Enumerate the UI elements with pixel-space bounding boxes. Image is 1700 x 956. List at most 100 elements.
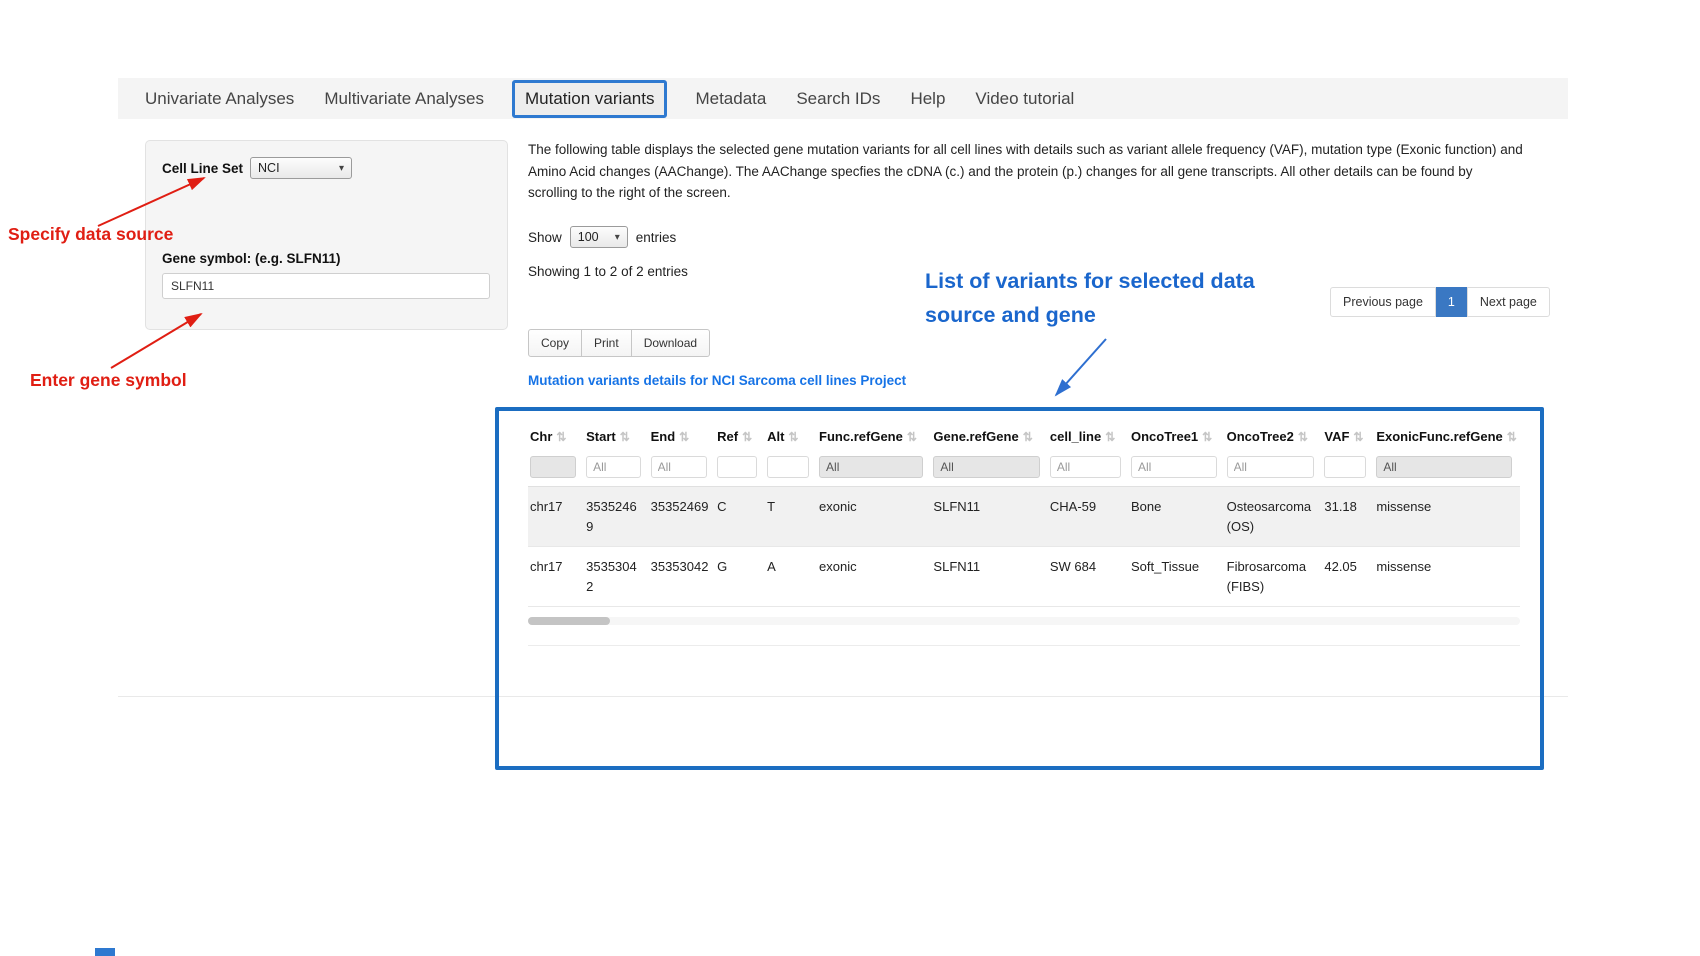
tab-univariate-analyses[interactable]: Univariate Analyses — [143, 82, 296, 116]
table-bottom-border — [528, 645, 1520, 646]
cutoff-annotation — [95, 948, 115, 956]
cell-line-set-value: NCI — [258, 161, 280, 175]
column-header-vaf[interactable]: VAF ⇅ — [1322, 421, 1374, 454]
table-cell: C — [715, 487, 765, 547]
tab-search-ids[interactable]: Search IDs — [794, 82, 882, 116]
table-description: The following table displays the selecte… — [528, 139, 1524, 204]
sort-icon[interactable]: ⇅ — [1507, 430, 1517, 444]
copy-button[interactable]: Copy — [528, 329, 582, 357]
column-filter-select[interactable]: All — [933, 456, 1039, 478]
column-filter-input[interactable] — [717, 456, 757, 478]
table-row[interactable]: chr173535246935352469CTexonicSLFN11CHA-5… — [528, 487, 1520, 547]
previous-page-button[interactable]: Previous page — [1330, 287, 1436, 317]
table-cell: SLFN11 — [931, 487, 1047, 547]
table-header-row: Chr⇅Start⇅End⇅Ref⇅Alt⇅Func.refGene⇅Gene.… — [528, 421, 1520, 454]
entries-label: entries — [636, 230, 677, 245]
filter-cell: All — [931, 454, 1047, 487]
column-filter-select[interactable]: All — [1376, 456, 1512, 478]
sort-icon[interactable]: ⇅ — [1298, 430, 1308, 444]
column-label: Gene.refGene — [933, 429, 1018, 444]
column-filter-input[interactable] — [586, 456, 640, 478]
tab-multivariate-analyses[interactable]: Multivariate Analyses — [322, 82, 486, 116]
filter-cell — [1048, 454, 1129, 487]
column-label: Func.refGene — [819, 429, 903, 444]
table-cell: 35353042 — [584, 547, 648, 607]
current-page-button[interactable]: 1 — [1436, 287, 1467, 317]
filter-cell — [1129, 454, 1225, 487]
table-cell: Soft_Tissue — [1129, 547, 1225, 607]
tab-mutation-variants[interactable]: Mutation variants — [512, 80, 667, 118]
next-page-button[interactable]: Next page — [1467, 287, 1550, 317]
column-label: Start — [586, 429, 616, 444]
filter-cell — [649, 454, 716, 487]
column-filter-input[interactable] — [767, 456, 809, 478]
column-filter-input[interactable] — [1050, 456, 1121, 478]
sort-icon[interactable]: ⇅ — [907, 430, 917, 444]
annotation-list-of-variants: List of variants for selected data sourc… — [925, 265, 1325, 333]
red-arrow-to-dropdown — [92, 168, 217, 234]
table-cell: A — [765, 547, 817, 607]
table-cell: missense — [1374, 487, 1520, 547]
tab-video-tutorial[interactable]: Video tutorial — [973, 82, 1076, 116]
table-cell: 42.05 — [1322, 547, 1374, 607]
sort-icon[interactable]: ⇅ — [1202, 430, 1212, 444]
column-header-chr[interactable]: Chr ⇅ — [528, 421, 584, 454]
show-entries-control: Show 100 ▾ entries — [528, 226, 676, 248]
column-header-exonicfunc-refgene[interactable]: ExonicFunc.refGene ⇅ — [1374, 421, 1520, 454]
table-filter-row: All All All — [528, 454, 1520, 487]
sort-icon[interactable]: ⇅ — [742, 430, 752, 444]
column-filter-input[interactable] — [651, 456, 708, 478]
table-cell: G — [715, 547, 765, 607]
column-label: ExonicFunc.refGene — [1376, 429, 1502, 444]
column-header-oncotree1[interactable]: OncoTree1 ⇅ — [1129, 421, 1225, 454]
gene-symbol-input[interactable] — [162, 273, 490, 299]
column-filter-select[interactable] — [530, 456, 576, 478]
column-label: Chr — [530, 429, 552, 444]
page: Univariate Analyses Multivariate Analyse… — [0, 0, 1700, 956]
top-navbar: Univariate Analyses Multivariate Analyse… — [118, 78, 1568, 119]
variants-table: Chr⇅Start⇅End⇅Ref⇅Alt⇅Func.refGene⇅Gene.… — [528, 421, 1520, 607]
scrollbar-thumb[interactable] — [528, 617, 610, 625]
show-label: Show — [528, 230, 562, 245]
sort-icon[interactable]: ⇅ — [1105, 430, 1115, 444]
column-filter-input[interactable] — [1324, 456, 1366, 478]
sort-icon[interactable]: ⇅ — [1023, 430, 1033, 444]
column-header-end[interactable]: End⇅ — [649, 421, 716, 454]
sort-icon[interactable]: ⇅ — [556, 430, 566, 444]
column-header-alt[interactable]: Alt⇅ — [765, 421, 817, 454]
column-filter-input[interactable] — [1131, 456, 1217, 478]
table-row[interactable]: chr173535304235353042GAexonicSLFN11SW 68… — [528, 547, 1520, 607]
table-cell: Osteosarcoma (OS) — [1225, 487, 1323, 547]
horizontal-scrollbar[interactable] — [528, 617, 1520, 625]
print-button[interactable]: Print — [582, 329, 632, 357]
table-cell: missense — [1374, 547, 1520, 607]
sort-icon[interactable]: ⇅ — [788, 430, 798, 444]
table-cell: 35352469 — [584, 487, 648, 547]
entries-length-select[interactable]: 100 ▾ — [570, 226, 628, 248]
download-button[interactable]: Download — [632, 329, 710, 357]
sort-icon[interactable]: ⇅ — [1353, 430, 1363, 444]
pagination: Previous page 1 Next page — [1330, 287, 1550, 317]
column-header-start[interactable]: Start ⇅ — [584, 421, 648, 454]
cell-line-set-select[interactable]: NCI ▾ — [250, 157, 352, 179]
sort-icon[interactable]: ⇅ — [679, 430, 689, 444]
table-cell: SW 684 — [1048, 547, 1129, 607]
column-header-ref[interactable]: Ref⇅ — [715, 421, 765, 454]
column-filter-input[interactable] — [1227, 456, 1315, 478]
column-label: VAF — [1324, 429, 1349, 444]
column-filter-select[interactable]: All — [819, 456, 923, 478]
column-label: OncoTree1 — [1131, 429, 1198, 444]
column-header-oncotree2[interactable]: OncoTree2⇅ — [1225, 421, 1323, 454]
column-header-cell-line[interactable]: cell_line⇅ — [1048, 421, 1129, 454]
table-cell: 35353042 — [649, 547, 716, 607]
tab-metadata[interactable]: Metadata — [693, 82, 768, 116]
sort-icon[interactable]: ⇅ — [620, 430, 630, 444]
table-cell: T — [765, 487, 817, 547]
column-header-func-refgene[interactable]: Func.refGene ⇅ — [817, 421, 931, 454]
table-cell: Fibrosarcoma (FIBS) — [1225, 547, 1323, 607]
column-header-gene-refgene[interactable]: Gene.refGene ⇅ — [931, 421, 1047, 454]
table-title-link[interactable]: Mutation variants details for NCI Sarcom… — [528, 373, 906, 388]
tab-help[interactable]: Help — [908, 82, 947, 116]
filter-cell — [765, 454, 817, 487]
showing-entries-info: Showing 1 to 2 of 2 entries — [528, 264, 688, 279]
